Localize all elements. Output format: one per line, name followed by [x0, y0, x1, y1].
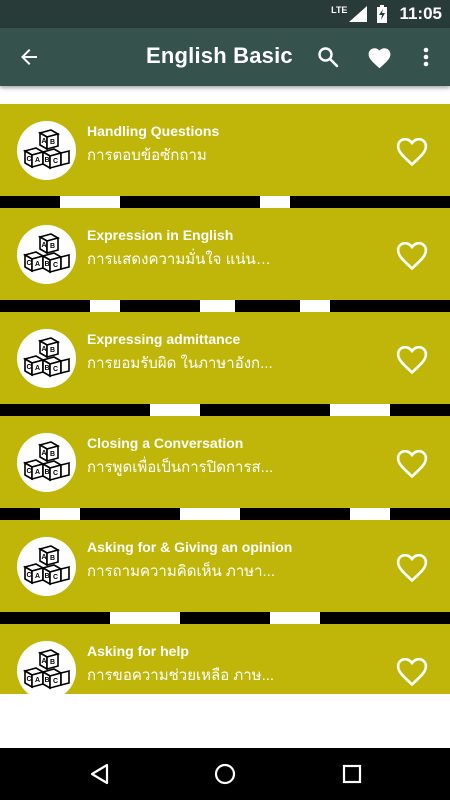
svg-text:B: B [44, 157, 49, 164]
app-bar: English Basic [0, 28, 450, 86]
more-vert-icon[interactable] [414, 45, 438, 69]
svg-text:C: C [53, 574, 58, 581]
svg-text:B: B [50, 243, 55, 250]
lesson-avatar: A B C A B C [17, 121, 76, 180]
search-icon[interactable] [316, 45, 340, 69]
svg-text:C: C [26, 260, 31, 267]
svg-text:C: C [26, 572, 31, 579]
lesson-card[interactable]: A B C A B C Closing a Conversation การพู… [0, 416, 450, 508]
svg-text:B: B [44, 261, 49, 268]
svg-text:A: A [41, 138, 46, 145]
svg-text:C: C [53, 366, 58, 373]
lesson-title: Asking for & Giving an opinion [87, 539, 293, 555]
lesson-subtitle: การพูดเพื่อเป็นการปิดการส... [87, 459, 274, 476]
svg-text:C: C [26, 156, 31, 163]
svg-text:C: C [26, 468, 31, 475]
svg-text:A: A [35, 677, 40, 684]
svg-text:A: A [35, 157, 40, 164]
svg-text:C: C [53, 262, 58, 269]
svg-text:B: B [50, 555, 55, 562]
svg-text:A: A [41, 658, 46, 665]
svg-text:B: B [44, 573, 49, 580]
recents-square-icon[interactable] [340, 762, 364, 786]
status-bar: LTE 11:05 [0, 0, 450, 28]
lesson-card[interactable]: A B C A B C Expression in English การแสด… [0, 208, 450, 300]
lesson-title: Asking for help [87, 643, 189, 659]
lesson-avatar: A B C A B C [17, 329, 76, 388]
svg-text:B: B [44, 469, 49, 476]
svg-text:C: C [53, 158, 58, 165]
lesson-card[interactable]: A B C A B C Handling Questions การตอบข้อ… [0, 104, 450, 196]
heart-outline-icon[interactable] [393, 445, 431, 479]
lesson-subtitle: การแสดงความมั่นใจ แน่นอ... [87, 251, 277, 268]
svg-text:C: C [26, 364, 31, 371]
lesson-subtitle: การถามความคิดเห็น ภาษา... [87, 563, 276, 580]
lesson-card[interactable]: A B C A B C Asking for & Giving an opini… [0, 520, 450, 612]
home-circle-icon[interactable] [213, 762, 237, 786]
svg-text:A: A [41, 242, 46, 249]
network-type: LTE [331, 5, 348, 15]
svg-text:B: B [50, 451, 55, 458]
svg-text:A: A [41, 450, 46, 457]
heart-outline-icon[interactable] [393, 341, 431, 375]
lesson-avatar: A B C A B C [17, 225, 76, 284]
page-title: English Basic [146, 43, 293, 68]
svg-text:A: A [41, 346, 46, 353]
back-triangle-icon[interactable] [88, 762, 112, 786]
abc-blocks-icon: A B C A B C [22, 648, 70, 689]
svg-text:B: B [44, 365, 49, 372]
heart-outline-icon[interactable] [393, 549, 431, 583]
svg-text:B: B [44, 677, 49, 684]
svg-text:C: C [26, 676, 31, 683]
abc-blocks-icon: A B C A B C [22, 128, 70, 169]
svg-text:B: B [50, 139, 55, 146]
svg-text:A: A [35, 573, 40, 580]
svg-text:A: A [35, 261, 40, 268]
heart-outline-icon[interactable] [393, 653, 431, 687]
svg-text:A: A [41, 554, 46, 561]
lesson-avatar: A B C A B C [17, 433, 76, 492]
lesson-title: Handling Questions [87, 123, 220, 139]
svg-text:B: B [50, 347, 55, 354]
svg-text:C: C [53, 678, 58, 685]
lesson-title: Expression in English [87, 227, 234, 243]
heart-outline-icon[interactable] [393, 237, 431, 271]
lesson-avatar: A B C A B C [17, 537, 76, 596]
heart-icon[interactable] [366, 45, 393, 69]
lesson-card[interactable]: A B C A B C Expressing admittance การยอม… [0, 312, 450, 404]
lesson-list[interactable]: A B C A B C Handling Questions การตอบข้อ… [0, 86, 450, 694]
abc-blocks-icon: A B C A B C [22, 232, 70, 273]
signal-icon [349, 6, 368, 22]
abc-blocks-icon: A B C A B C [22, 544, 70, 585]
abc-blocks-icon: A B C A B C [22, 336, 70, 377]
lesson-title: Expressing admittance [87, 331, 241, 347]
lesson-subtitle: การยอมรับผิด ในภาษาอังก... [87, 355, 273, 372]
back-arrow-icon[interactable] [16, 45, 42, 69]
heart-outline-icon[interactable] [393, 133, 431, 167]
lesson-subtitle: การขอความช่วยเหลือ ภาษ... [87, 667, 275, 684]
abc-blocks-icon: A B C A B C [22, 440, 70, 481]
lesson-avatar: A B C A B C [17, 641, 76, 694]
lesson-title: Closing a Conversation [87, 435, 244, 451]
battery-charging-icon [377, 5, 388, 23]
lesson-subtitle: การตอบข้อซักถาม [87, 147, 207, 164]
svg-text:C: C [53, 470, 58, 477]
system-nav-bar [0, 748, 450, 800]
svg-text:B: B [50, 659, 55, 666]
lesson-card[interactable]: A B C A B C Asking for help การขอความช่ว… [0, 624, 450, 694]
svg-text:A: A [35, 469, 40, 476]
svg-text:A: A [35, 365, 40, 372]
clock: 11:05 [399, 4, 442, 23]
